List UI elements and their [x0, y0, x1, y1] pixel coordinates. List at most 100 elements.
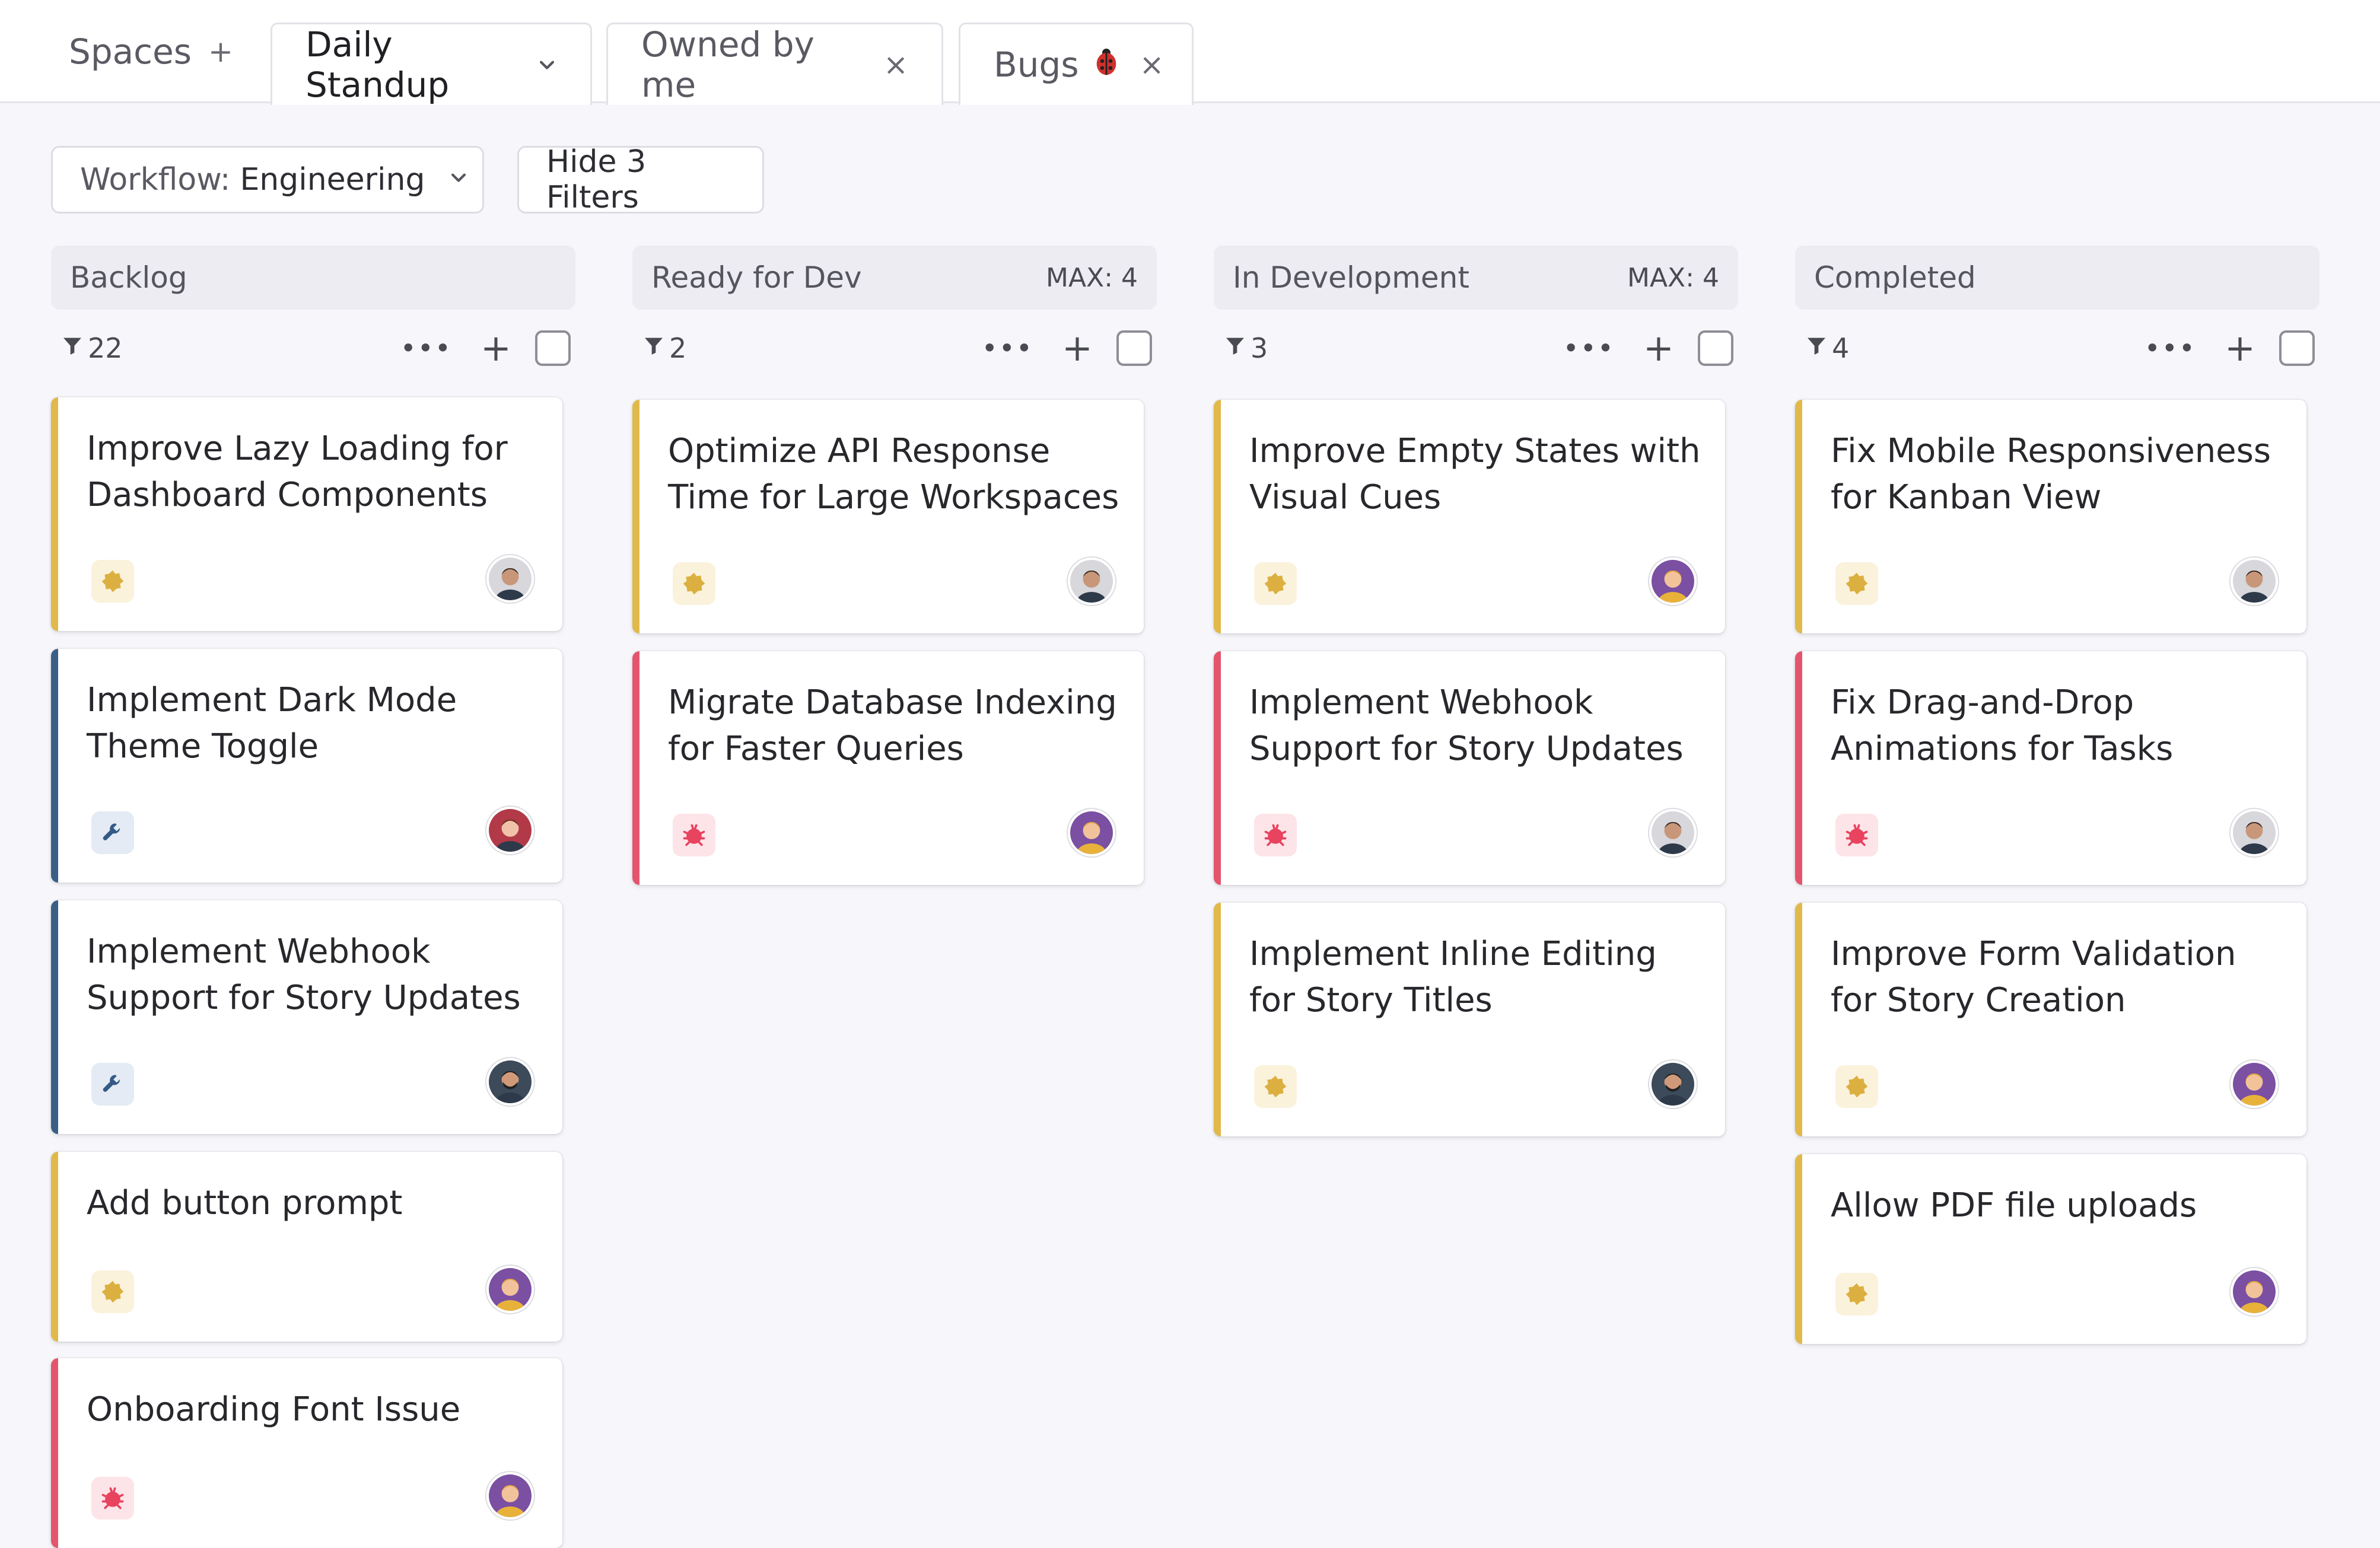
column-count[interactable]: 22 [61, 332, 123, 364]
tab-bugs[interactable]: Bugs × [959, 23, 1194, 105]
feature-type-icon [1835, 1273, 1878, 1316]
column-header[interactable]: Backlog [51, 246, 575, 310]
tab-spaces[interactable]: Spaces + [69, 0, 233, 103]
column-in-development: In Development MAX: 4 3 ••• + Improve Empty S… [1214, 246, 1738, 1136]
column-title: Completed [1814, 260, 1976, 295]
column-count-value: 22 [88, 332, 123, 364]
card-title: Allow PDF file uploads [1831, 1186, 2197, 1225]
task-type-icon [91, 1063, 134, 1106]
plus-icon[interactable]: + [208, 34, 233, 69]
owner-avatar[interactable] [2231, 558, 2278, 605]
select-column-checkbox[interactable] [1116, 330, 1152, 366]
chevron-down-icon[interactable] [537, 47, 557, 82]
story-card[interactable]: Onboarding Font Issue [51, 1358, 562, 1548]
owner-avatar[interactable] [486, 1058, 534, 1106]
select-column-checkbox[interactable] [535, 330, 571, 366]
owner-avatar[interactable] [486, 1472, 534, 1520]
column-count-value: 3 [1251, 332, 1268, 364]
owner-avatar[interactable] [1649, 1060, 1697, 1108]
bug-type-icon [91, 1477, 134, 1520]
column-completed: Completed 4 ••• + Fix Mobile Responsiveness … [1795, 246, 2319, 1344]
workflow-select[interactable]: Workflow: Engineering [51, 146, 484, 214]
owner-avatar[interactable] [486, 1266, 534, 1313]
feature-type-icon [91, 560, 134, 603]
filter-icon [1805, 332, 1832, 364]
column-count-value: 4 [1832, 332, 1850, 364]
tab-label: Daily Standup [306, 24, 450, 105]
select-column-checkbox[interactable] [2279, 330, 2315, 366]
owner-avatar[interactable] [1649, 558, 1697, 605]
owner-avatar[interactable] [486, 807, 534, 854]
column-count[interactable]: 4 [1805, 332, 1849, 364]
story-card[interactable]: Migrate Database Indexing for Faster Que… [632, 651, 1144, 885]
more-options-icon[interactable]: ••• [2144, 332, 2196, 364]
story-card[interactable]: Implement Webhook Support for Story Upda… [51, 900, 562, 1134]
owner-avatar[interactable] [1068, 809, 1115, 856]
ladybug-icon [1090, 44, 1123, 85]
card-title: Onboarding Font Issue [87, 1390, 461, 1429]
card-title: Improve Form Validation for Story Creati… [1831, 935, 2236, 1020]
story-card[interactable]: Implement Inline Editing for Story Title… [1214, 903, 1725, 1136]
more-options-icon[interactable]: ••• [1563, 332, 1615, 364]
story-card[interactable]: Improve Lazy Loading for Dashboard Compo… [51, 397, 562, 631]
card-title: Fix Drag-and-Drop Animations for Tasks [1831, 683, 2174, 768]
card-title: Optimize API Response Time for Large Wor… [668, 432, 1119, 517]
select-column-checkbox[interactable] [1698, 330, 1733, 366]
add-card-icon[interactable]: + [481, 330, 511, 367]
more-options-icon[interactable]: ••• [982, 332, 1033, 364]
story-card[interactable]: Improve Empty States with Visual Cues [1214, 400, 1725, 633]
tab-bar: Spaces + Daily Standup Owned by me × Bug… [0, 0, 2380, 105]
owner-avatar[interactable] [1068, 558, 1115, 605]
card-title: Implement Webhook Support for Story Upda… [87, 932, 521, 1017]
card-title: Improve Empty States with Visual Cues [1249, 432, 1701, 517]
column-actions: ••• + [1563, 330, 1733, 367]
column-actions: ••• + [2144, 330, 2315, 367]
bug-type-icon [673, 814, 715, 856]
close-icon[interactable]: × [883, 47, 908, 82]
tab-label: Owned by me [641, 24, 814, 105]
tab-owned-by-me[interactable]: Owned by me × [606, 23, 943, 105]
card-title: Migrate Database Indexing for Faster Que… [668, 683, 1117, 768]
owner-avatar[interactable] [1649, 809, 1697, 856]
column-backlog: Backlog 22 ••• + Improve Lazy Loading for Da… [51, 246, 575, 1548]
column-count-value: 2 [669, 332, 687, 364]
feature-type-icon [1835, 562, 1878, 605]
column-header[interactable]: In Development MAX: 4 [1214, 246, 1738, 310]
add-card-icon[interactable]: + [2225, 330, 2255, 367]
story-card[interactable]: Improve Form Validation for Story Creati… [1795, 903, 2306, 1136]
column-count[interactable]: 3 [1223, 332, 1268, 364]
story-card[interactable]: Optimize API Response Time for Large Wor… [632, 400, 1144, 633]
filter-icon [1223, 332, 1251, 364]
card-title: Implement Inline Editing for Story Title… [1249, 935, 1657, 1020]
add-card-icon[interactable]: + [1643, 330, 1674, 367]
story-card[interactable]: Fix Mobile Responsiveness for Kanban Vie… [1795, 400, 2306, 633]
add-card-icon[interactable]: + [1062, 330, 1093, 367]
column-actions: ••• + [400, 330, 571, 367]
filter-icon [642, 332, 669, 364]
tab-daily-standup[interactable]: Daily Standup [271, 23, 592, 105]
owner-avatar[interactable] [486, 555, 534, 603]
owner-avatar[interactable] [2231, 1268, 2278, 1316]
owner-avatar[interactable] [2231, 809, 2278, 856]
column-title: In Development [1233, 260, 1469, 295]
workflow-value: Engineering [240, 162, 425, 198]
close-icon[interactable]: × [1140, 47, 1164, 82]
card-title: Improve Lazy Loading for Dashboard Compo… [87, 429, 508, 514]
bug-type-icon [1835, 814, 1878, 856]
column-count[interactable]: 2 [642, 332, 686, 364]
column-header[interactable]: Ready for Dev MAX: 4 [632, 246, 1157, 310]
story-card[interactable]: Implement Dark Mode Theme Toggle [51, 649, 562, 883]
column-title: Backlog [70, 260, 187, 295]
column-title: Ready for Dev [651, 260, 862, 295]
more-options-icon[interactable]: ••• [400, 332, 452, 364]
workflow-prefix: Workflow: [80, 162, 231, 198]
column-header[interactable]: Completed [1795, 246, 2319, 310]
owner-avatar[interactable] [2231, 1060, 2278, 1108]
story-card[interactable]: Allow PDF file uploads [1795, 1154, 2306, 1344]
story-card[interactable]: Implement Webhook Support for Story Upda… [1214, 651, 1725, 885]
feature-type-icon [673, 562, 715, 605]
story-card[interactable]: Add button prompt [51, 1152, 562, 1342]
story-card[interactable]: Fix Drag-and-Drop Animations for Tasks [1795, 651, 2306, 885]
hide-filters-button[interactable]: Hide 3 Filters [517, 144, 764, 215]
feature-type-icon [1254, 1065, 1297, 1108]
